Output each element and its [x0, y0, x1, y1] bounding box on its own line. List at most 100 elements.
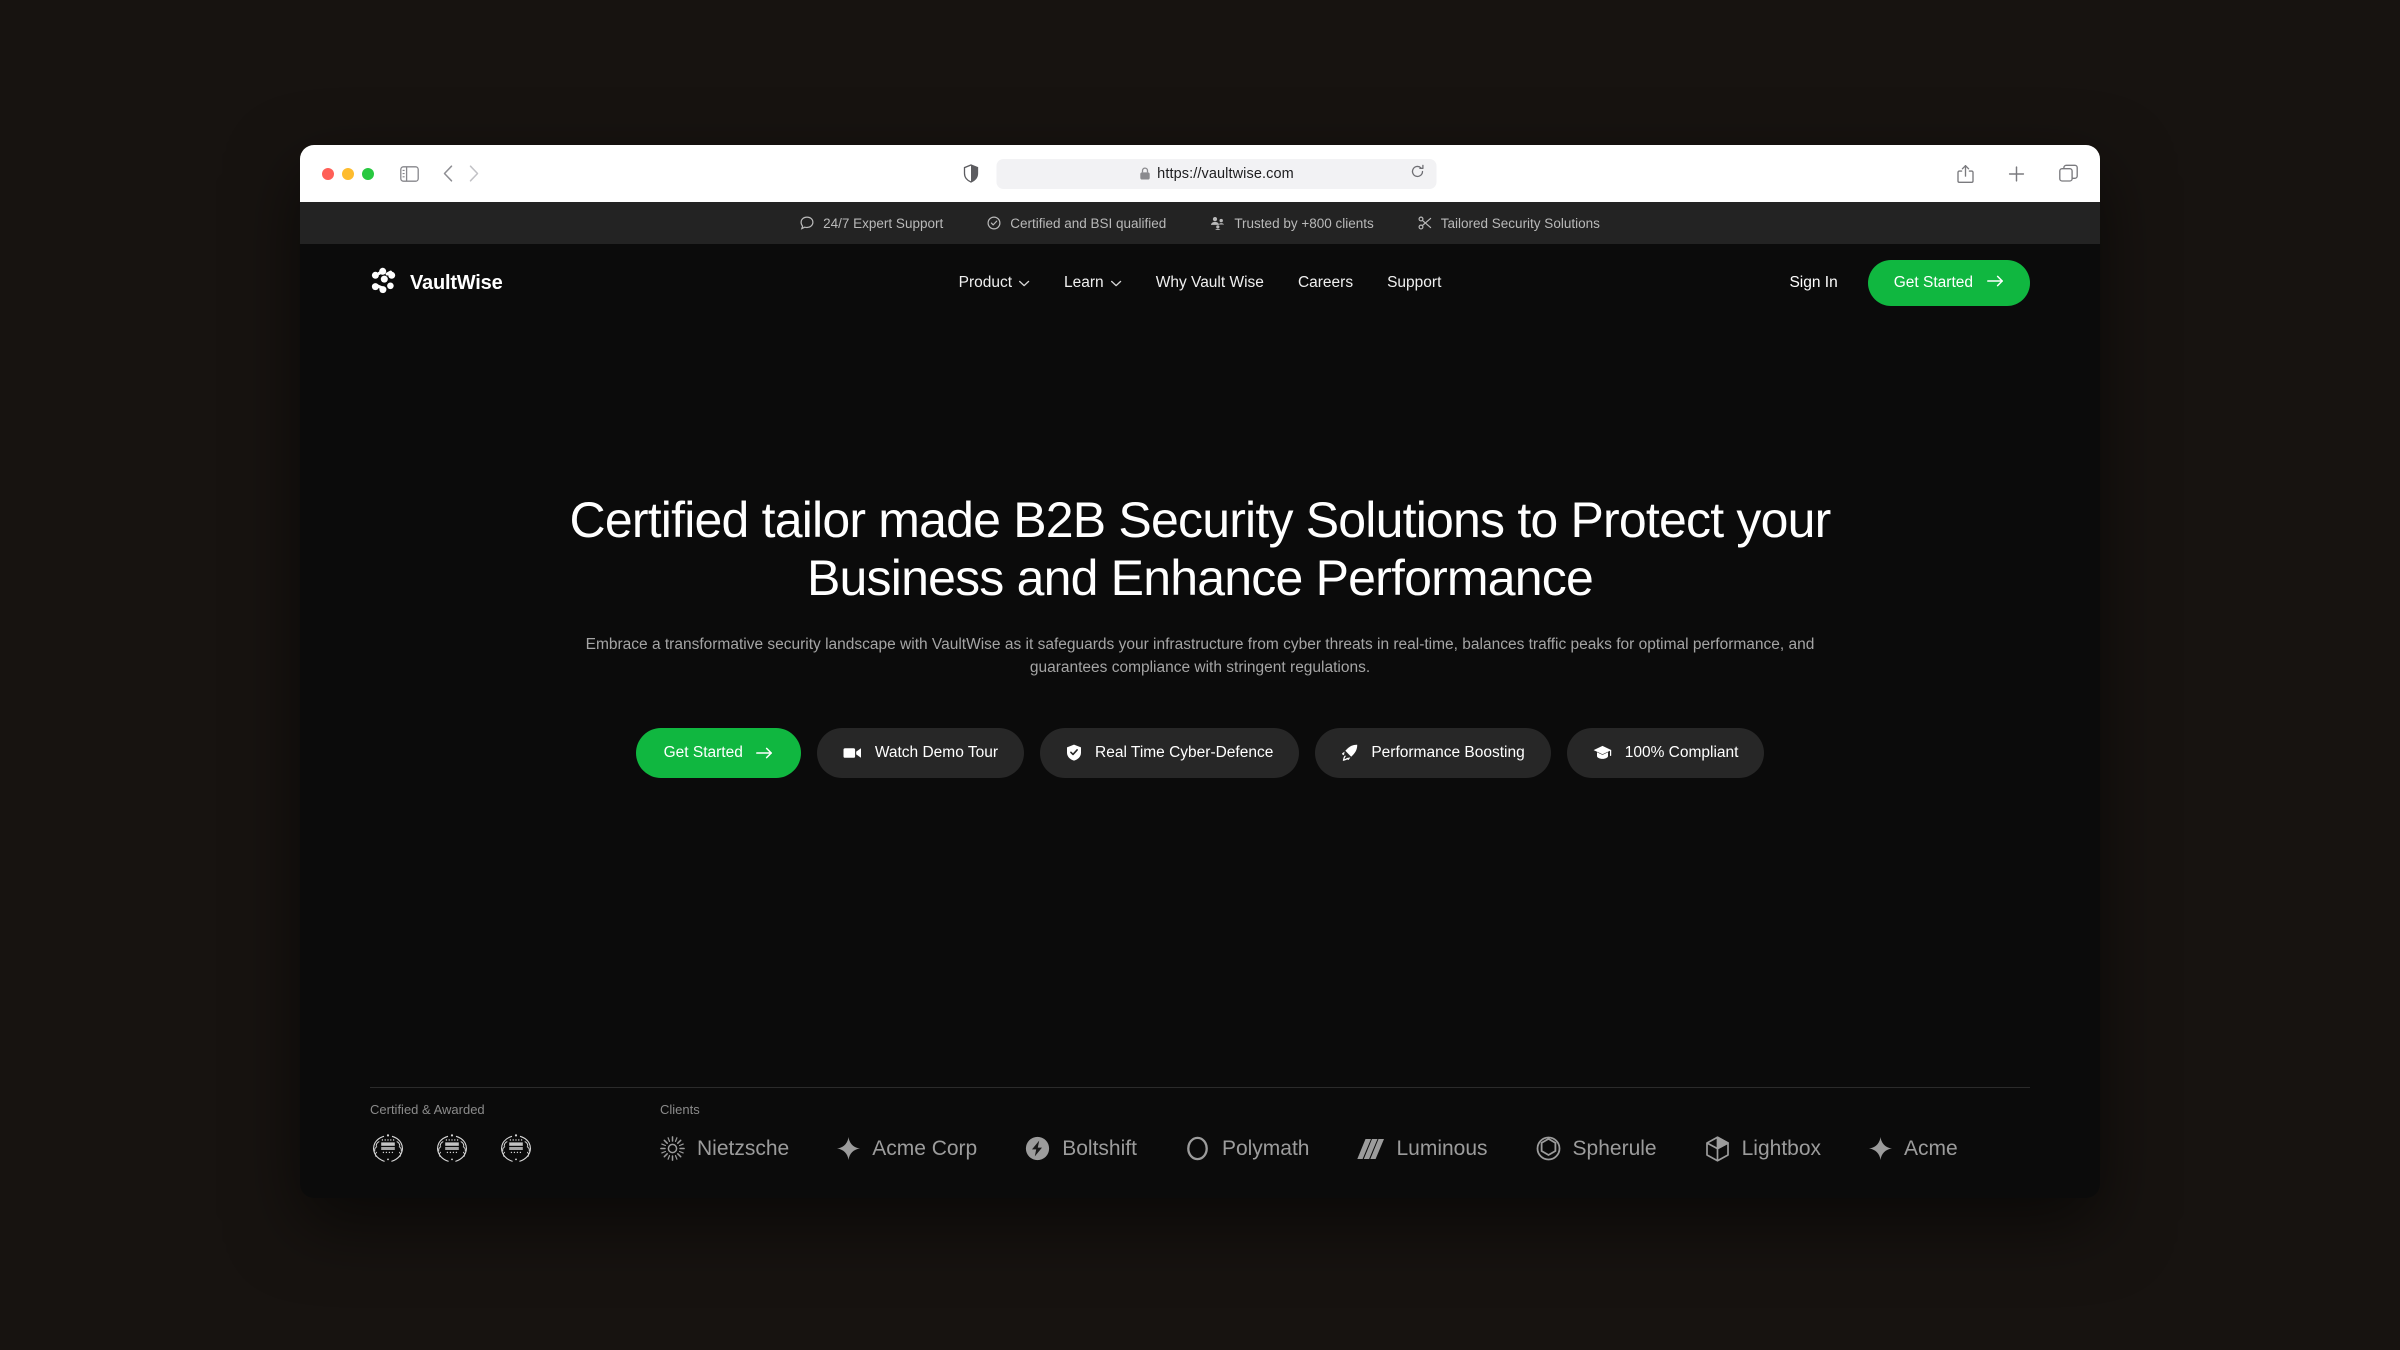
- announcement-bar: 24/7 Expert Support Certified and BSI qu…: [300, 202, 2100, 244]
- nav-item-why-vault-wise[interactable]: Why Vault Wise: [1156, 274, 1264, 292]
- scissors-icon: [1418, 216, 1432, 230]
- site-header: VaultWise Product Learn Why Vault Wise C…: [300, 244, 2100, 322]
- four-point-star-icon: [1869, 1137, 1893, 1160]
- announcement-item: 24/7 Expert Support: [800, 216, 943, 231]
- check-circle-icon: [987, 216, 1001, 230]
- vaultwise-nodes-logo-icon: [370, 267, 397, 299]
- get-started-button[interactable]: Get Started: [1867, 260, 2030, 306]
- minimize-window-button[interactable]: [342, 167, 354, 180]
- client-logo-acme-corp: Acme Corp: [837, 1137, 977, 1161]
- watch-demo-tour-button[interactable]: Watch Demo Tour: [816, 727, 1025, 778]
- header-actions: Sign In Get Started: [1789, 260, 2030, 306]
- reload-icon[interactable]: [1411, 164, 1425, 183]
- octagon-icon: [1536, 1136, 1561, 1161]
- cta-label: Get Started: [663, 743, 743, 761]
- compliant-button[interactable]: 100% Compliant: [1566, 727, 1765, 778]
- back-arrow-icon[interactable]: [443, 165, 453, 182]
- client-logo-acme: Acme: [1869, 1137, 1958, 1161]
- client-name: Spherule: [1572, 1136, 1657, 1160]
- client-name: Boltshift: [1062, 1136, 1137, 1160]
- client-logo-luminous: Luminous: [1357, 1136, 1488, 1161]
- shield-check-icon: [1066, 744, 1082, 761]
- plus-icon[interactable]: [2008, 165, 2025, 182]
- nav-item-product[interactable]: Product: [959, 274, 1030, 292]
- announcement-label: 24/7 Expert Support: [823, 215, 944, 231]
- sunburst-icon: [660, 1136, 685, 1161]
- announcement-label: Tailored Security Solutions: [1440, 215, 1600, 231]
- bolt-circle-icon: [1025, 1136, 1050, 1161]
- proof-body: Nietzsche Acme Corp Boltshift Polymath L…: [370, 1133, 2030, 1164]
- awards-list: [370, 1133, 660, 1164]
- brand-name: VaultWise: [410, 271, 503, 294]
- hero-get-started-button[interactable]: Get Started: [635, 727, 801, 778]
- client-logo-nietzsche: Nietzsche: [660, 1136, 789, 1161]
- performance-boosting-button[interactable]: Performance Boosting: [1315, 727, 1551, 778]
- tab-overview-icon[interactable]: [2059, 164, 2078, 183]
- cta-row: Get Started Watch Demo Tour Real Time Cy…: [635, 727, 1765, 778]
- client-name: Acme: [1904, 1136, 1958, 1160]
- announcement-label: Certified and BSI qualified: [1010, 215, 1167, 231]
- forward-arrow-icon[interactable]: [469, 165, 479, 182]
- proof-labels: Certified & Awarded Clients: [370, 1102, 2030, 1117]
- cube-icon: [1705, 1135, 1730, 1162]
- address-bar-area: https://vaultwise.com: [963, 158, 1437, 189]
- rocket-icon: [1341, 744, 1358, 761]
- cta-label: Performance Boosting: [1371, 743, 1525, 761]
- share-icon[interactable]: [1957, 164, 1974, 183]
- nav-item-support[interactable]: Support: [1387, 274, 1441, 292]
- clients-label: Clients: [660, 1102, 700, 1117]
- clients-list: Nietzsche Acme Corp Boltshift Polymath L…: [660, 1135, 2030, 1162]
- toolbar-actions: [1957, 164, 2078, 183]
- arrow-right-icon: [755, 747, 773, 759]
- cta-label: Real Time Cyber-Defence: [1095, 743, 1274, 761]
- shield-privacy-icon[interactable]: [963, 164, 979, 183]
- awards-label: Certified & Awarded: [370, 1102, 485, 1117]
- close-window-button[interactable]: [322, 167, 334, 180]
- chevron-down-icon: [1111, 280, 1122, 287]
- window-controls: [322, 167, 374, 180]
- client-name: Polymath: [1221, 1136, 1310, 1160]
- cta-label: 100% Compliant: [1624, 743, 1739, 761]
- maximize-window-button[interactable]: [362, 167, 374, 180]
- laurel-award-badge: [498, 1133, 534, 1164]
- arrow-right-icon: [1987, 274, 2004, 292]
- laurel-award-badge: [370, 1133, 406, 1164]
- nav-item-careers[interactable]: Careers: [1298, 274, 1353, 292]
- real-time-cyber-defence-button[interactable]: Real Time Cyber-Defence: [1040, 727, 1300, 778]
- divider: [370, 1087, 2030, 1088]
- client-name: Acme Corp: [872, 1136, 978, 1160]
- get-started-label: Get Started: [1893, 274, 1973, 291]
- browser-window: https://vaultwise.com 24/7 Expert Suppor…: [300, 145, 2100, 1198]
- announcement-item: Tailored Security Solutions: [1418, 216, 1600, 231]
- hero-section: Certified tailor made B2B Security Solut…: [300, 322, 2100, 1198]
- announcement-item: Trusted by +800 clients: [1210, 215, 1374, 231]
- client-logo-polymath: Polymath: [1185, 1136, 1310, 1161]
- sign-in-link[interactable]: Sign In: [1789, 274, 1837, 292]
- four-point-star-icon: [837, 1137, 861, 1160]
- chevron-down-icon: [1019, 280, 1030, 287]
- social-proof-strip: Certified & Awarded Clients Nietzsche Ac…: [300, 1087, 2100, 1198]
- sidebar-toggle-icon[interactable]: [400, 165, 419, 182]
- video-camera-icon: [843, 746, 862, 760]
- nav-item-learn[interactable]: Learn: [1064, 274, 1122, 292]
- ring-icon: [1185, 1136, 1210, 1161]
- announcement-item: Certified and BSI qualified: [987, 216, 1166, 231]
- client-logo-boltshift: Boltshift: [1025, 1136, 1137, 1161]
- graduation-cap-icon: [1593, 745, 1612, 760]
- url-bar[interactable]: https://vaultwise.com: [996, 158, 1437, 189]
- client-logo-spherule: Spherule: [1536, 1136, 1657, 1161]
- nav-label: Product: [958, 274, 1013, 291]
- client-name: Lightbox: [1741, 1136, 1822, 1160]
- chat-bubble-icon: [800, 216, 814, 230]
- client-name: Luminous: [1396, 1136, 1488, 1160]
- slanted-bars-icon: [1357, 1138, 1385, 1160]
- cta-label: Watch Demo Tour: [874, 743, 999, 761]
- laurel-award-badge: [434, 1133, 470, 1164]
- navigation-arrows: [443, 165, 479, 182]
- client-name: Nietzsche: [697, 1136, 790, 1160]
- users-icon: [1210, 216, 1225, 230]
- brand-logo[interactable]: VaultWise: [370, 267, 503, 299]
- lock-icon: [1139, 167, 1150, 180]
- announcement-label: Trusted by +800 clients: [1234, 215, 1374, 231]
- nav-label: Learn: [1064, 274, 1104, 291]
